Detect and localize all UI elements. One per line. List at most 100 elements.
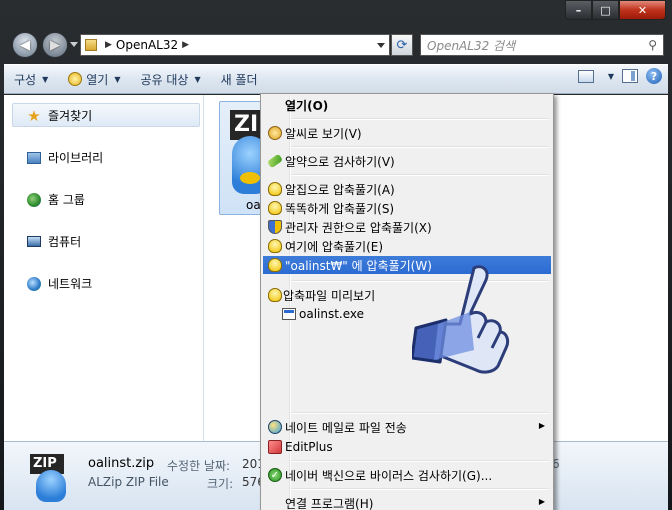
share-button[interactable]: 공유 대상 ▼ (131, 67, 211, 91)
menu-item-label: 관리자 권한으로 압축풀기(X) (285, 220, 432, 235)
organize-button[interactable]: 구성 ▼ (4, 67, 58, 91)
alzip-icon (268, 288, 282, 302)
menu-item-admin-extract[interactable]: 관리자 권한으로 압축풀기(X) (263, 218, 551, 236)
help-icon[interactable]: ? (646, 68, 662, 84)
menu-item-alyac-scan[interactable]: 알약으로 검사하기(V) (263, 152, 551, 170)
menu-item-label: 여기에 압축풀기(E) (285, 239, 384, 254)
menu-item-editplus[interactable]: EditPlus (263, 438, 551, 456)
navigation-bar: ◀ ▶ ▶ OpenAL32 ▶ ⟳ OpenAL32 검색 ⚲ (0, 28, 672, 64)
menu-item-nate-mail[interactable]: 네이트 메일로 파일 전송 ▶ (263, 418, 551, 436)
editplus-icon (268, 440, 282, 454)
network-icon (27, 276, 41, 291)
exe-file-icon (282, 308, 296, 320)
alsee-icon (268, 126, 282, 140)
sidebar-item-homegroup[interactable]: 홈 그룹 (26, 191, 85, 208)
sidebar-item-label: 컴퓨터 (48, 235, 82, 249)
library-icon (27, 151, 41, 164)
menu-item-label: 알집으로 압축풀기(A) (285, 182, 395, 197)
menu-item-alsee-view[interactable]: 알씨로 보기(V) (263, 124, 551, 142)
address-bar[interactable]: ▶ OpenAL32 ▶ (80, 34, 390, 56)
sidebar-item-label: 즐겨찾기 (48, 109, 93, 123)
hand-pointer-icon (412, 265, 510, 374)
forward-button[interactable]: ▶ (42, 32, 68, 58)
new-folder-label: 새 폴더 (220, 72, 258, 87)
caption-buttons: – □ ✕ (565, 0, 666, 20)
refresh-icon: ⟳ (396, 37, 408, 53)
menu-item-alzip-extract[interactable]: 알집으로 압축풀기(A) (263, 180, 551, 198)
alzip-figure-icon (36, 470, 66, 502)
menu-item-naver-vaccine[interactable]: ✓ 네이버 백신으로 바이러스 검사하기(G)... (263, 466, 551, 484)
breadcrumb-separator-icon[interactable]: ▶ (182, 40, 189, 50)
folder-icon (85, 39, 97, 51)
alzip-icon (268, 182, 282, 196)
caret-down-icon[interactable]: ▼ (608, 72, 614, 81)
detail-size-label: 크기: (207, 477, 234, 491)
sidebar-item-label: 네트워크 (48, 277, 93, 291)
homegroup-icon (27, 192, 41, 207)
refresh-button[interactable]: ⟳ (391, 34, 413, 56)
new-folder-button[interactable]: 새 폴더 (211, 67, 268, 91)
menu-item-label: 네이버 백신으로 바이러스 검사하기(G)... (285, 468, 493, 483)
caret-down-icon: ▼ (42, 74, 49, 84)
sidebar-item-computer[interactable]: 컴퓨터 (26, 233, 81, 250)
menu-item-label: 연결 프로그램(H) (285, 496, 374, 510)
menu-item-label: "oalinst₩" 에 압축풀기(W) (285, 258, 432, 273)
menu-separator (291, 118, 549, 120)
recent-pages-dropdown[interactable] (70, 42, 78, 47)
address-dropdown-icon[interactable] (377, 43, 385, 48)
command-bar: 구성 ▼ 열기 ▼ 공유 대상 ▼ 새 폴더 ▼ ? (4, 64, 668, 94)
submenu-arrow-icon: ▶ (538, 497, 545, 506)
open-button[interactable]: 열기 ▼ (58, 67, 130, 91)
alyac-pill-icon (266, 153, 284, 169)
detail-file-type: ALZip ZIP File (88, 475, 169, 489)
arrow-right-icon: ▶ (50, 37, 60, 53)
arrow-left-icon: ◀ (20, 37, 30, 53)
detail-modified-label: 수정한 날짜: (167, 459, 231, 473)
star-icon: ★ (27, 106, 41, 125)
share-label: 공유 대상 (140, 72, 189, 87)
navigation-pane: ★ 즐겨찾기 라이브러리 홈 그룹 컴퓨터 네트워크 (4, 95, 204, 441)
menu-item-smart-extract[interactable]: 똑똑하게 압축풀기(S) (263, 199, 551, 217)
zip-file-icon: ZIP (30, 454, 70, 502)
menu-separator (291, 146, 549, 148)
menu-item-label: 압축파일 미리보기 (283, 288, 376, 303)
menu-item-extract-here[interactable]: 여기에 압축풀기(E) (263, 237, 551, 255)
minimize-button[interactable]: – (565, 0, 592, 20)
caret-down-icon: ▼ (114, 74, 121, 84)
sidebar-item-libraries[interactable]: 라이브러리 (26, 149, 103, 166)
breadcrumb-current[interactable]: OpenAL32 (116, 38, 178, 52)
submenu-arrow-icon: ▶ (538, 421, 545, 430)
menu-separator (291, 174, 549, 176)
detail-file-name: oalinst.zip (88, 456, 155, 471)
menu-item-label: 열기(O) (285, 98, 329, 113)
close-button[interactable]: ✕ (619, 0, 666, 20)
maximize-button[interactable]: □ (592, 0, 619, 20)
computer-icon (27, 236, 41, 247)
sidebar-item-label: 라이브러리 (48, 151, 104, 165)
breadcrumb-separator-icon[interactable]: ▶ (105, 40, 112, 50)
search-icon: ⚲ (648, 38, 657, 52)
menu-item-label: 똑똑하게 압축풀기(S) (285, 201, 395, 216)
search-placeholder: OpenAL32 검색 (427, 38, 516, 53)
menu-item-open[interactable]: 열기(O) (263, 96, 551, 114)
menu-item-open-with[interactable]: 연결 프로그램(H) ▶ (263, 494, 551, 510)
sidebar-item-network[interactable]: 네트워크 (26, 275, 92, 292)
alzip-icon (268, 239, 282, 253)
menu-separator (291, 488, 549, 490)
change-view-icon[interactable] (577, 69, 594, 83)
organize-label: 구성 (14, 72, 37, 87)
back-button[interactable]: ◀ (12, 32, 38, 58)
sidebar-item-label: 홈 그룹 (48, 193, 85, 207)
sidebar-item-favorites[interactable]: ★ 즐겨찾기 (26, 106, 93, 125)
nate-mail-icon (268, 420, 282, 434)
alzip-icon (268, 258, 282, 272)
menu-separator (291, 412, 549, 414)
menu-item-label: 네이트 메일로 파일 전송 (285, 420, 407, 435)
explorer-window: – □ ✕ ◀ ▶ ▶ OpenAL32 ▶ ⟳ OpenAL32 검색 ⚲ 구… (0, 0, 672, 510)
alzip-icon (268, 201, 282, 215)
open-label: 열기 (86, 72, 109, 87)
admin-shield-icon (268, 220, 282, 234)
preview-pane-icon[interactable] (622, 69, 638, 83)
search-input[interactable]: OpenAL32 검색 ⚲ (420, 34, 664, 56)
menu-item-label: oalinst.exe (299, 307, 365, 321)
